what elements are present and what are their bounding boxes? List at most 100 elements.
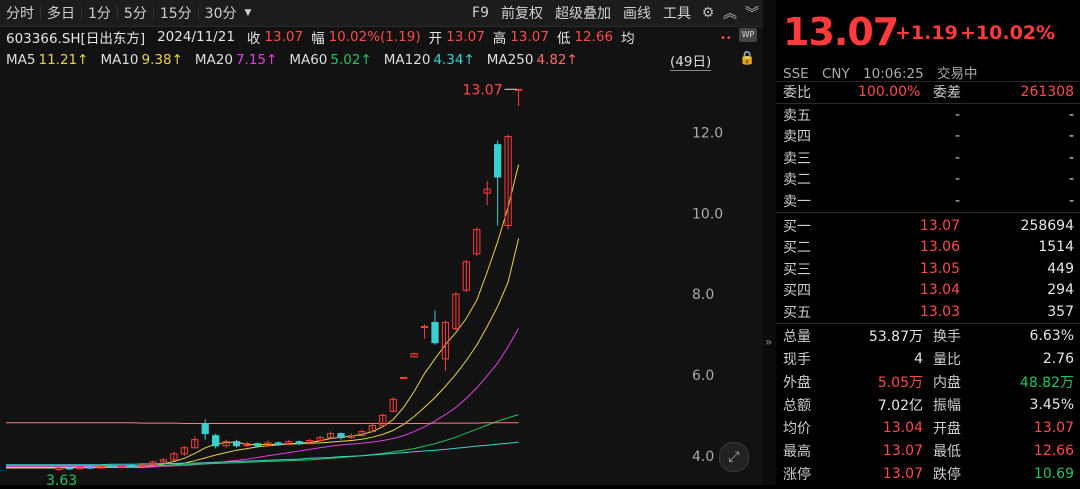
bid-label: 买五: [783, 304, 811, 321]
webi-row: 委比 100.00% 委差 261308: [776, 81, 1080, 102]
ma-value-ma120: 4.34↑: [433, 52, 475, 68]
low-label: 低: [556, 31, 571, 47]
stat-label: 开盘: [933, 420, 961, 437]
bid-label: 买二: [783, 240, 811, 256]
close-value: 13.07: [264, 29, 304, 45]
stat-value: 13.07: [1033, 419, 1074, 436]
max-price-label: 13.07: [463, 82, 503, 98]
bid-label: 买三: [783, 261, 811, 278]
price-change-pct: +10.02%: [960, 22, 1056, 44]
ma-value-ma10: 9.38↑: [141, 52, 183, 68]
open-value: 13.07: [446, 29, 485, 45]
expand-icon[interactable]: ⤢: [719, 442, 749, 472]
avg-label: 均: [621, 31, 635, 47]
stat-value: 12.66: [1033, 442, 1074, 459]
high-value: 13.07: [510, 29, 549, 45]
tab-period-fenshi[interactable]: 分时: [0, 3, 40, 23]
stat-label: 最高: [783, 443, 811, 460]
ask-price: -: [954, 171, 960, 187]
ma-label-ma5: MA5: [6, 52, 36, 68]
stat-label: 量比: [933, 351, 961, 368]
bid-price: 13.03: [919, 303, 960, 320]
panel-divider[interactable]: [763, 0, 776, 485]
high-label: 高: [492, 31, 507, 47]
ma-legend: MA5 11.21↑ MA10 9.38↑ MA20 7.15↑ MA60 5.02↑ MA12…: [6, 49, 590, 71]
candle-body: [212, 435, 220, 447]
bid-row[interactable]: 买一 13.07 258694: [776, 215, 1080, 236]
stat-label: 换手: [933, 328, 961, 345]
candle-body: [86, 466, 94, 469]
bid-volume: 294: [1047, 282, 1074, 298]
more-dots-icon[interactable]: ••: [720, 33, 732, 44]
ask-row[interactable]: 卖一 - -: [776, 190, 1080, 211]
chevron-down-double-icon[interactable]: ︾: [741, 3, 763, 23]
ask-volume: -: [1068, 106, 1074, 123]
candle-body: [274, 442, 282, 446]
tab-period-5min[interactable]: 5分: [118, 3, 153, 23]
ask-row[interactable]: 卖五 - -: [776, 104, 1080, 125]
min-price-label: 3.63: [46, 473, 77, 485]
divider: [776, 212, 1080, 213]
f9-button[interactable]: F9: [466, 5, 495, 21]
stat-row: 总额 7.02亿 振幅 3.45%: [776, 394, 1080, 415]
bid-volume: 258694: [1020, 217, 1074, 234]
stat-label: 总额: [783, 397, 811, 414]
change-value: 10.02%(1.19): [328, 29, 421, 45]
stat-row: 外盘 5.05万 内盘 48.82万: [776, 371, 1080, 392]
adjust-button[interactable]: 前复权: [495, 3, 549, 23]
chevron-right-double-icon[interactable]: »: [765, 335, 772, 349]
ask-volume: -: [1068, 171, 1074, 187]
quote-meta: SSE CNY 10:06:25 交易中: [783, 62, 986, 82]
wp-icon[interactable]: WP: [739, 28, 757, 42]
bid-row[interactable]: 买五 13.03 357: [776, 301, 1080, 322]
period-badge[interactable]: (49日): [670, 50, 712, 71]
ma-value-ma250: 4.82↑: [536, 52, 578, 68]
ask-row[interactable]: 卖四 - -: [776, 126, 1080, 147]
bid-row[interactable]: 买三 13.05 449: [776, 258, 1080, 279]
stat-value: 3.45%: [1029, 396, 1074, 413]
ma-value-ma60: 5.02↑: [330, 52, 372, 68]
tab-period-multiday[interactable]: 多日: [41, 3, 81, 23]
triangle-down-icon[interactable]: ▼: [243, 8, 254, 18]
date-label: 2024/11/21: [157, 29, 235, 45]
ask-row[interactable]: 卖二 - -: [776, 169, 1080, 190]
ma-line-ma250: [6, 422, 519, 424]
ma-label-ma10: MA10: [100, 52, 139, 68]
bid-volume: 1514: [1038, 239, 1074, 255]
divider: [776, 323, 1080, 324]
tab-period-30min[interactable]: 30分: [199, 3, 243, 23]
candle-body: [201, 423, 209, 435]
candlestick-chart: 12.0 10.0 8.0 6.0 4.0 13.07 3.63: [0, 72, 763, 489]
ask-price: -: [954, 149, 960, 166]
bid-price: 13.05: [919, 260, 960, 277]
bid-price: 13.06: [919, 239, 960, 255]
ask-row[interactable]: 卖三 - -: [776, 147, 1080, 168]
bid-row[interactable]: 买二 13.06 1514: [776, 237, 1080, 258]
tools-button[interactable]: 工具: [657, 3, 697, 23]
stat-label: 均价: [783, 420, 811, 437]
overlay-button[interactable]: 超级叠加: [549, 3, 617, 23]
ask-volume: -: [1068, 128, 1074, 144]
gear-icon[interactable]: ⚙: [697, 5, 719, 21]
ask-label: 卖二: [783, 172, 811, 188]
stat-row: 总量 53.87万 换手 6.63%: [776, 325, 1080, 346]
tab-period-15min[interactable]: 15分: [154, 3, 198, 23]
bid-row[interactable]: 买四 13.04 294: [776, 280, 1080, 301]
ask-price: -: [954, 128, 960, 144]
candle-body: [65, 467, 74, 470]
quote-info-row: 603366.SH[日出东方] 2024/11/21 收 13.07 幅 10.…: [6, 26, 639, 48]
tab-period-1min[interactable]: 1分: [82, 3, 117, 23]
exchange-label: SSE: [783, 66, 809, 82]
bid-volume: 357: [1047, 303, 1074, 320]
stat-label: 跌停: [933, 466, 961, 483]
draw-line-button[interactable]: 画线: [617, 3, 657, 23]
stat-label: 内盘: [933, 374, 961, 391]
status-badge: 交易中: [936, 66, 978, 82]
stat-row: 涨停 13.07 跌停 10.69: [776, 463, 1080, 484]
chevron-up-double-icon[interactable]: ︽: [719, 3, 741, 23]
chart-svg: 12.0 10.0 8.0 6.0 4.0 13.07 3.63: [6, 82, 723, 489]
y-tick-label: 12.0: [692, 126, 723, 142]
candle-body: [400, 376, 408, 379]
lock-icon[interactable]: 🔒: [739, 51, 755, 67]
ma-label-ma120: MA120: [383, 52, 431, 68]
